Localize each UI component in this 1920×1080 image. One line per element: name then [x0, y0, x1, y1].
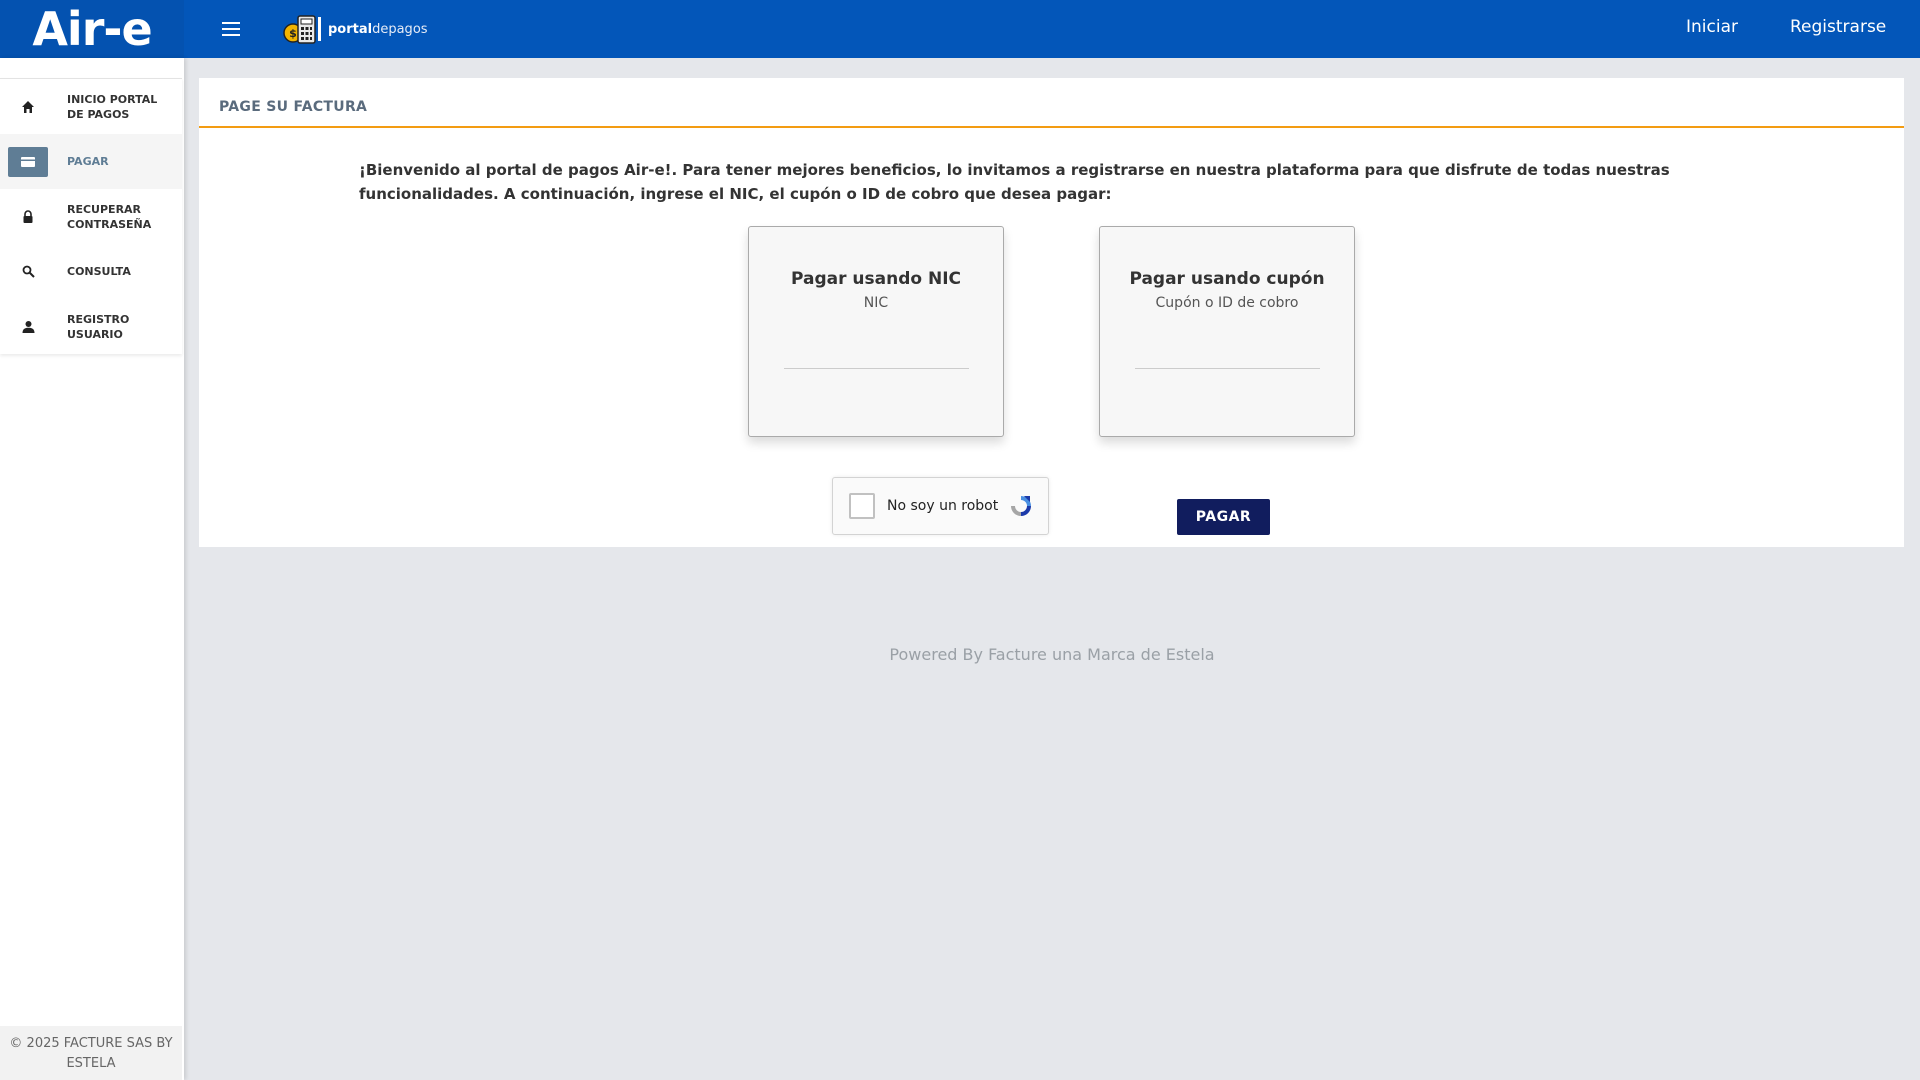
- top-bar: Air-e $ portaldepagos Iniciar Registrars…: [0, 0, 1920, 58]
- page-title: PAGE SU FACTURA: [199, 78, 1904, 128]
- recaptcha-widget: No soy un robot: [832, 477, 1049, 535]
- portal-de-pagos-logo: $ portaldepagos: [282, 13, 428, 45]
- card-title: Pagar usando NIC: [790, 269, 961, 289]
- hamburger-menu-icon[interactable]: [218, 16, 244, 42]
- payment-panel: PAGE SU FACTURA ¡Bienvenido al portal de…: [199, 78, 1904, 547]
- sidebar: INICIO PORTAL DE PAGOS PAGAR RECUPERAR C…: [0, 58, 184, 1080]
- welcome-message: ¡Bienvenido al portal de pagos Air-e!. P…: [359, 161, 1670, 203]
- search-icon: [8, 257, 48, 287]
- iniciar-link[interactable]: Iniciar: [1686, 17, 1738, 37]
- pay-button[interactable]: PAGAR: [1177, 499, 1270, 535]
- recaptcha-logo-icon: [1008, 493, 1034, 519]
- sidebar-copyright: © 2025 FACTURE SAS BY ESTELA: [0, 1026, 182, 1080]
- powered-by-footer: Powered By Facture una Marca de Estela: [889, 645, 1215, 664]
- card-subtitle: Cupón o ID de cobro: [1155, 295, 1299, 311]
- nic-input[interactable]: [783, 345, 969, 369]
- sidebar-item-consulta[interactable]: CONSULTA: [0, 244, 182, 299]
- sidebar-item-registro[interactable]: REGISTRO USUARIO: [0, 299, 182, 354]
- sidebar-item-label: PAGAR: [67, 155, 109, 168]
- sidebar-item-label: CONSULTA: [67, 265, 131, 278]
- card-title: Pagar usando cupón: [1129, 269, 1325, 289]
- card-subtitle: NIC: [863, 295, 889, 311]
- registrarse-link[interactable]: Registrarse: [1790, 17, 1886, 37]
- home-icon: [8, 92, 48, 122]
- recaptcha-label: No soy un robot: [887, 498, 999, 514]
- pay-by-nic-card[interactable]: Pagar usando NIC NIC: [748, 226, 1004, 437]
- sidebar-menu: INICIO PORTAL DE PAGOS PAGAR RECUPERAR C…: [0, 78, 182, 354]
- sidebar-item-label: RECUPERAR CONTRASEÑA: [67, 202, 152, 231]
- brand-logo[interactable]: Air-e: [0, 0, 184, 58]
- svg-text:$: $: [289, 27, 297, 40]
- sidebar-item-inicio[interactable]: INICIO PORTAL DE PAGOS: [0, 79, 182, 134]
- sidebar-item-recuperar[interactable]: RECUPERAR CONTRASEÑA: [0, 189, 182, 244]
- sidebar-item-label: INICIO PORTAL DE PAGOS: [67, 92, 158, 121]
- user-icon: [8, 312, 48, 342]
- lock-icon: [8, 202, 48, 232]
- coupon-input[interactable]: [1134, 345, 1320, 369]
- portal-logo-text: portaldepagos: [328, 21, 428, 37]
- credit-card-icon: [8, 146, 48, 177]
- calculator-coin-icon: $: [282, 13, 324, 45]
- brand-logo-text: Air-e: [32, 2, 152, 56]
- sidebar-item-label: REGISTRO USUARIO: [67, 312, 130, 341]
- recaptcha-checkbox[interactable]: [849, 493, 875, 519]
- sidebar-item-pagar[interactable]: PAGAR: [0, 134, 182, 189]
- pay-by-coupon-card[interactable]: Pagar usando cupón Cupón o ID de cobro: [1099, 226, 1355, 437]
